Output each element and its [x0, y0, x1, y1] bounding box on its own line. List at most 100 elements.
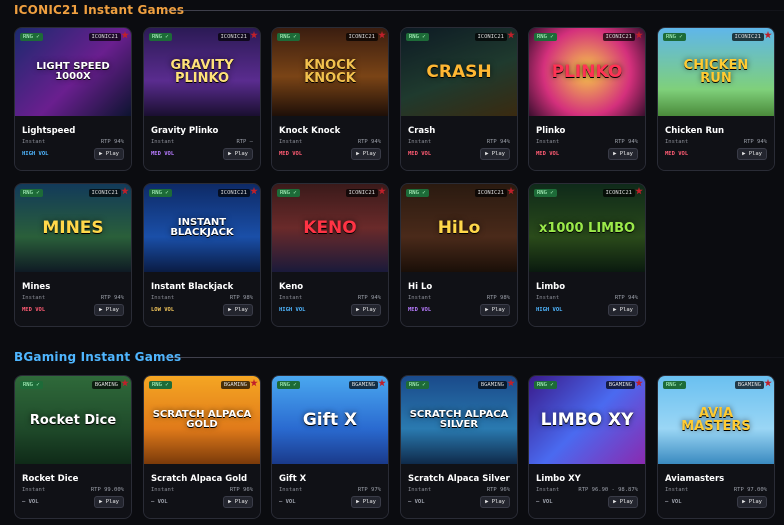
game-info: Instant Blackjack Instant RTP 98% LOW VOL ▶ …	[144, 272, 260, 326]
star-icon	[764, 379, 772, 387]
game-card[interactable]: PLINKO RNG ✓ ICONIC21 Plinko Instant RTP 94% M…	[528, 27, 646, 171]
game-thumbnail[interactable]: LIMBO XY RNG ✓ BGAMING	[529, 376, 645, 464]
game-name: Scratch Alpaca Gold	[151, 474, 248, 484]
rtp-value: RTP 94%	[100, 139, 124, 145]
game-card[interactable]: CRASH RNG ✓ ICONIC21 Crash Instant RTP 94% MED…	[400, 27, 518, 171]
rtp-value: RTP 96%	[229, 487, 253, 493]
game-name: Instant Blackjack	[151, 282, 234, 292]
game-info: Hi Lo Instant RTP 98% MED VOL ▶ Play	[401, 272, 517, 326]
game-logo-art: Rocket Dice	[29, 412, 117, 428]
game-logo-art: INSTANT BLACKJACK	[170, 217, 234, 238]
volatility-label: MED VOL	[536, 151, 560, 157]
game-thumbnail[interactable]: Gift X RNG ✓ BGAMING	[272, 376, 388, 464]
star-icon	[378, 187, 386, 195]
rtp-value: RTP 96%	[486, 487, 510, 493]
play-button[interactable]: ▶ Play	[480, 496, 510, 508]
play-button[interactable]: ▶ Play	[223, 496, 253, 508]
game-card[interactable]: x1000 LIMBO RNG ✓ ICONIC21 Limbo Instant RTP …	[528, 183, 646, 327]
game-thumbnail[interactable]: MINES RNG ✓ ICONIC21	[15, 184, 131, 272]
game-card[interactable]: Gift X RNG ✓ BGAMING Gift X Instant RTP 97% — …	[271, 375, 389, 519]
play-button[interactable]: ▶ Play	[737, 148, 767, 160]
star-icon	[507, 187, 515, 195]
game-thumbnail[interactable]: Rocket Dice RNG ✓ BGAMING	[15, 376, 131, 464]
game-card[interactable]: HiLo RNG ✓ ICONIC21 Hi Lo Instant RTP 98% MED …	[400, 183, 518, 327]
volatility-label: LOW VOL	[151, 307, 175, 313]
game-card[interactable]: KENO RNG ✓ ICONIC21 Keno Instant RTP 94% HIGH …	[271, 183, 389, 327]
game-thumbnail[interactable]: HiLo RNG ✓ ICONIC21	[401, 184, 517, 272]
rtp-value: RTP —	[236, 139, 253, 145]
play-button[interactable]: ▶ Play	[223, 148, 253, 160]
game-info: Aviamasters Instant RTP 97.00% — VOL ▶ Play	[658, 464, 774, 518]
game-name: Limbo	[536, 282, 566, 292]
volatility-label: MED VOL	[665, 151, 689, 157]
game-card[interactable]: INSTANT BLACKJACK RNG ✓ ICONIC21 Instant Bl…	[143, 183, 261, 327]
rtp-value: RTP 94%	[486, 139, 510, 145]
game-thumbnail[interactable]: INSTANT BLACKJACK RNG ✓ ICONIC21	[144, 184, 260, 272]
game-thumbnail[interactable]: CHICKEN RUN RNG ✓ ICONIC21	[658, 28, 774, 116]
game-info: Gift X Instant RTP 97% — VOL ▶ Play	[272, 464, 388, 518]
game-card[interactable]: Rocket Dice RNG ✓ BGAMING Rocket Dice Instan…	[14, 375, 132, 519]
rng-badge: RNG ✓	[663, 33, 686, 41]
game-name: Limbo XY	[536, 474, 581, 484]
game-info: Chicken Run Instant RTP 94% MED VOL ▶ Play	[658, 116, 774, 170]
game-thumbnail[interactable]: AVIA MASTERS RNG ✓ BGAMING	[658, 376, 774, 464]
game-card[interactable]: LIMBO XY RNG ✓ BGAMING Limbo XY Instant RTP 9…	[528, 375, 646, 519]
star-icon	[635, 379, 643, 387]
game-card[interactable]: SCRATCH ALPACA SILVER RNG ✓ BGAMING Scratch…	[400, 375, 518, 519]
game-card[interactable]: AVIA MASTERS RNG ✓ BGAMING Aviamasters Insta…	[657, 375, 775, 519]
rtp-value: RTP 98%	[486, 295, 510, 301]
game-info: Keno Instant RTP 94% HIGH VOL ▶ Play	[272, 272, 388, 326]
game-logo-art: LIMBO XY	[540, 409, 634, 430]
game-name: Aviamasters	[665, 474, 725, 484]
star-icon	[635, 187, 643, 195]
game-thumbnail[interactable]: KNOCK KNOCK RNG ✓ ICONIC21	[272, 28, 388, 116]
game-card[interactable]: KNOCK KNOCK RNG ✓ ICONIC21 Knock Knock Insta…	[271, 27, 389, 171]
game-thumbnail[interactable]: x1000 LIMBO RNG ✓ ICONIC21	[529, 184, 645, 272]
game-name: Crash	[408, 126, 436, 136]
play-button[interactable]: ▶ Play	[608, 148, 638, 160]
game-card[interactable]: GRAVITY PLINKO RNG ✓ ICONIC21 Gravity Plink…	[143, 27, 261, 171]
play-button[interactable]: ▶ Play	[351, 304, 381, 316]
play-button[interactable]: ▶ Play	[223, 304, 253, 316]
play-button[interactable]: ▶ Play	[608, 304, 638, 316]
game-card[interactable]: LIGHT SPEED 1000X RNG ✓ ICONIC21 Lightspeed…	[14, 27, 132, 171]
game-card[interactable]: CHICKEN RUN RNG ✓ ICONIC21 Chicken Run Insta…	[657, 27, 775, 171]
rng-badge: RNG ✓	[534, 189, 557, 197]
volatility-label: — VOL	[408, 499, 425, 505]
play-button[interactable]: ▶ Play	[94, 304, 124, 316]
section-divider	[165, 10, 784, 11]
play-button[interactable]: ▶ Play	[351, 496, 381, 508]
volatility-label: — VOL	[22, 499, 39, 505]
game-card[interactable]: MINES RNG ✓ ICONIC21 Mines Instant RTP 94% MED…	[14, 183, 132, 327]
game-name: Gravity Plinko	[151, 126, 219, 136]
game-info: Knock Knock Instant RTP 94% MED VOL ▶ Play	[272, 116, 388, 170]
game-thumbnail[interactable]: PLINKO RNG ✓ ICONIC21	[529, 28, 645, 116]
play-button[interactable]: ▶ Play	[94, 496, 124, 508]
provider-badge: ICONIC21	[345, 33, 378, 41]
volatility-label: HIGH VOL	[279, 307, 306, 313]
game-thumbnail[interactable]: SCRATCH ALPACA SILVER RNG ✓ BGAMING	[401, 376, 517, 464]
rtp-value: RTP 96.90 - 98.87%	[578, 487, 638, 493]
game-thumbnail[interactable]: KENO RNG ✓ ICONIC21	[272, 184, 388, 272]
rng-badge: RNG ✓	[149, 381, 172, 389]
play-button[interactable]: ▶ Play	[480, 304, 510, 316]
provider-badge: ICONIC21	[345, 189, 378, 197]
game-thumbnail[interactable]: SCRATCH ALPACA GOLD RNG ✓ BGAMING	[144, 376, 260, 464]
volatility-label: — VOL	[536, 499, 553, 505]
game-card[interactable]: SCRATCH ALPACA GOLD RNG ✓ BGAMING Scratch A…	[143, 375, 261, 519]
play-button[interactable]: ▶ Play	[608, 496, 638, 508]
game-logo-art: MINES	[42, 217, 104, 238]
play-button[interactable]: ▶ Play	[94, 148, 124, 160]
play-button[interactable]: ▶ Play	[480, 148, 510, 160]
game-logo-art: GRAVITY PLINKO	[170, 58, 234, 86]
provider-badge: ICONIC21	[731, 33, 764, 41]
game-logo-art: AVIA MASTERS	[681, 406, 751, 434]
provider-badge: BGAMING	[477, 381, 507, 389]
game-type: Instant	[536, 295, 560, 301]
game-thumbnail[interactable]: CRASH RNG ✓ ICONIC21	[401, 28, 517, 116]
star-icon	[121, 379, 129, 387]
game-thumbnail[interactable]: GRAVITY PLINKO RNG ✓ ICONIC21	[144, 28, 260, 116]
game-thumbnail[interactable]: LIGHT SPEED 1000X RNG ✓ ICONIC21	[15, 28, 131, 116]
play-button[interactable]: ▶ Play	[351, 148, 381, 160]
play-button[interactable]: ▶ Play	[737, 496, 767, 508]
